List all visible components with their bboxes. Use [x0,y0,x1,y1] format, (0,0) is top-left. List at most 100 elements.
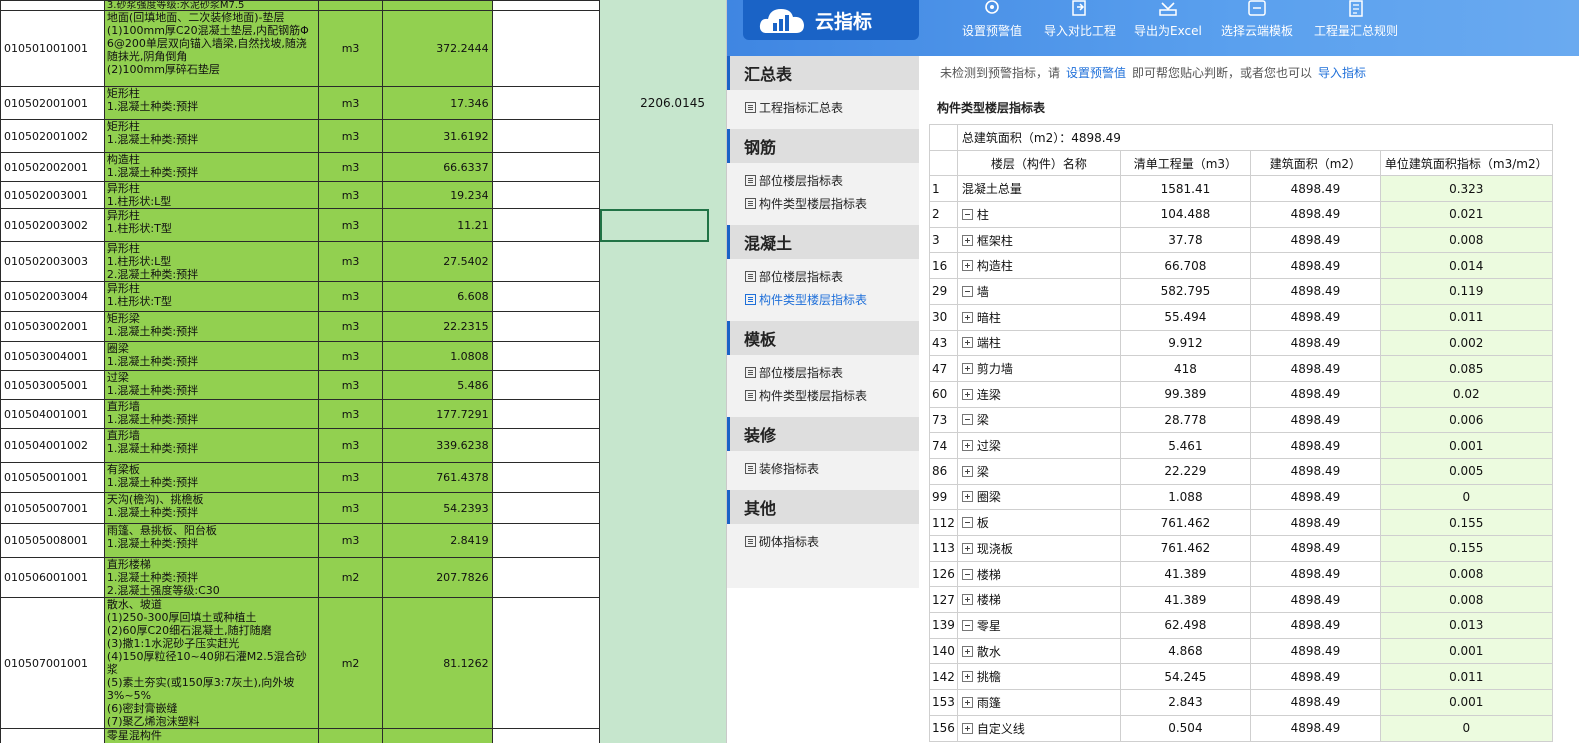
expand-icon[interactable] [961,645,973,657]
column-header[interactable]: 单位建筑面积指标（m3/m2） [1379,149,1553,177]
empty-cell[interactable] [491,208,601,242]
sidebar-item[interactable]: 部位楼层指标表 [745,361,919,384]
import-index-link[interactable]: 导入指标 [1318,66,1366,80]
item-unit-cell[interactable]: m3 [318,86,383,120]
sidebar-item[interactable]: 砌体指标表 [745,530,919,553]
item-qty-cell[interactable] [381,728,493,743]
extra-cell[interactable] [599,557,710,598]
expand-icon[interactable] [961,388,973,400]
expand-icon[interactable] [961,440,973,452]
item-unit-cell[interactable]: m3 [318,370,383,400]
item-desc-cell[interactable]: 圈梁 1.混凝土种类:预拌 [103,341,320,371]
table-row[interactable]: 126 楼梯 41.389 4898.49 0.008 [929,560,1553,588]
empty-cell[interactable] [491,523,601,558]
item-code-cell[interactable]: 010504001002 [0,428,105,463]
item-desc-cell[interactable]: 构造柱 1.混凝土种类:预拌 [103,152,320,182]
table-row[interactable]: 99 圈梁 1.088 4898.49 0 [929,483,1553,511]
table-row[interactable]: 113 现浇板 761.462 4898.49 0.155 [929,535,1553,562]
component-name-cell[interactable]: 自定义线 [956,714,1121,742]
item-qty-cell[interactable]: 66.6337 [381,152,493,182]
sheet-cell[interactable] [599,0,710,11]
table-row[interactable]: 43 端柱 9.912 4898.49 0.002 [929,329,1553,357]
item-qty-cell[interactable]: 27.5402 [381,241,493,282]
item-unit-cell[interactable]: m3 [318,10,383,87]
item-desc-cell[interactable]: 雨篷、悬挑板、阳台板 1.混凝土种类:预拌 [103,523,320,558]
component-name-cell[interactable]: 过梁 [956,432,1121,459]
item-unit-cell[interactable]: m3 [318,341,383,371]
table-row[interactable]: 16 构造柱 66.708 4898.49 0.014 [929,252,1553,280]
table-row[interactable]: 140 散水 4.868 4898.49 0.001 [929,637,1553,665]
item-qty-cell[interactable]: 54.2393 [381,492,493,524]
toolbar-button-4[interactable]: 选择云端模板 [1221,0,1293,56]
collapse-icon[interactable] [961,619,973,631]
empty-cell[interactable] [491,492,601,524]
item-unit-cell[interactable]: m3 [318,208,383,242]
empty-cell[interactable] [491,311,601,342]
component-name-cell[interactable]: 雨篷 [956,689,1121,716]
item-unit-cell[interactable]: m3 [318,462,383,493]
component-name-cell[interactable]: 楼梯 [956,586,1121,614]
extra-cell[interactable] [599,281,710,312]
sidebar-item[interactable]: 构件类型楼层指标表 [745,288,919,311]
component-name-cell[interactable]: 散水 [956,637,1121,665]
component-name-cell[interactable]: 剪力墙 [956,355,1121,382]
item-unit-cell[interactable]: m3 [318,399,383,429]
item-unit-cell[interactable]: m3 [318,281,383,312]
collapse-icon[interactable] [961,414,973,426]
toolbar-button-2[interactable]: 导入对比工程 [1044,0,1116,56]
sheet-cell[interactable] [381,0,493,11]
selected-cell[interactable] [599,208,710,242]
table-row[interactable]: 47 剪力墙 418 4898.49 0.085 [929,355,1553,382]
table-row[interactable]: 2 柱 104.488 4898.49 0.021 [929,201,1553,228]
expand-icon[interactable] [961,260,973,272]
empty-cell[interactable] [491,152,601,182]
extra-cell[interactable] [599,10,710,87]
expand-icon[interactable] [961,696,973,708]
item-unit-cell[interactable] [318,728,383,743]
component-name-cell[interactable]: 端柱 [956,329,1121,357]
item-qty-cell[interactable]: 339.6238 [381,428,493,463]
item-code-cell[interactable]: 010503004001 [0,341,105,371]
item-qty-cell[interactable]: 372.2444 [381,10,493,87]
expand-icon[interactable] [961,671,973,683]
item-unit-cell[interactable]: m3 [318,181,383,209]
item-qty-cell[interactable]: 177.7291 [381,399,493,429]
item-desc-cell[interactable]: 直形墙 1.混凝土种类:预拌 [103,399,320,429]
item-code-cell[interactable]: 010502002001 [0,152,105,182]
expand-icon[interactable] [961,542,973,554]
extra-cell[interactable] [599,152,710,182]
empty-cell[interactable] [491,10,601,87]
item-unit-cell[interactable]: m3 [318,152,383,182]
expand-icon[interactable] [961,234,973,246]
empty-cell[interactable] [491,119,601,153]
collapse-icon[interactable] [961,568,973,580]
collapse-icon[interactable] [961,285,973,297]
component-name-cell[interactable]: 挑檐 [956,663,1121,691]
sidebar-item[interactable]: 构件类型楼层指标表 [745,384,919,407]
table-row[interactable]: 60 连梁 99.389 4898.49 0.02 [929,380,1553,408]
sheet-cell[interactable] [0,0,105,11]
expand-icon[interactable] [961,491,973,503]
table-row[interactable]: 156 自定义线 0.504 4898.49 0 [929,714,1553,742]
empty-cell[interactable] [491,281,601,312]
extra-cell[interactable] [599,428,710,463]
empty-cell[interactable] [491,597,601,729]
extra-cell[interactable] [599,523,710,558]
item-unit-cell[interactable]: m3 [318,492,383,524]
component-name-cell[interactable]: 楼梯 [956,560,1121,588]
item-desc-cell[interactable]: 异形柱 1.柱形状:T型 [103,208,320,242]
item-code-cell[interactable]: 010505001001 [0,462,105,493]
expand-icon[interactable] [961,594,973,606]
item-desc-cell[interactable]: 直形楼梯 1.混凝土种类:预拌 2.混凝土强度等级:C30 [103,557,320,598]
toolbar-button-3[interactable]: 导出为Excel [1134,0,1202,56]
sidebar-item[interactable]: 部位楼层指标表 [745,265,919,288]
extra-cell[interactable] [599,399,710,429]
column-header[interactable]: 建筑面积（m2） [1249,149,1381,177]
expand-icon[interactable] [961,363,973,375]
item-desc-cell[interactable]: 异形柱 1.柱形状:L型 2.混凝土种类:预拌 [103,241,320,282]
table-row[interactable]: 86 梁 22.229 4898.49 0.005 [929,457,1553,485]
column-header[interactable]: 楼层（构件）名称 [956,149,1121,177]
item-qty-cell[interactable]: 19.234 [381,181,493,209]
component-name-cell[interactable]: 梁 [956,457,1121,485]
component-name-cell[interactable]: 框架柱 [956,226,1121,254]
